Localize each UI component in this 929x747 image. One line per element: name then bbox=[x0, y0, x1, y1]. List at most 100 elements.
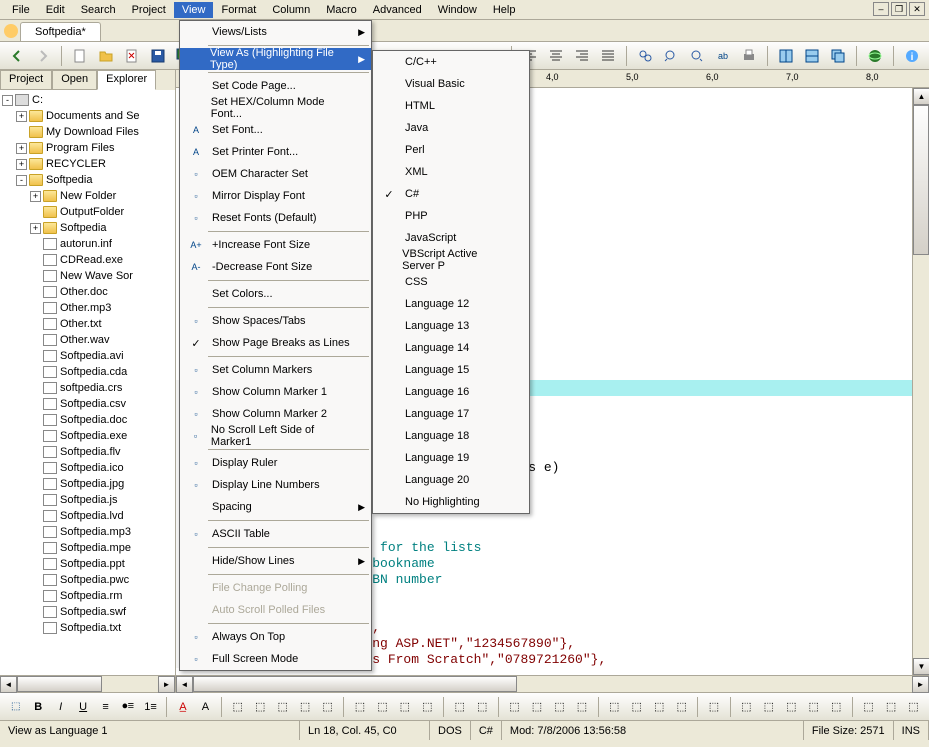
tree-item[interactable]: -Softpedia bbox=[2, 172, 173, 188]
tree-expander[interactable]: + bbox=[16, 143, 27, 154]
tree-item[interactable]: Other.doc bbox=[2, 284, 173, 300]
menu-item[interactable]: Hide/Show Lines▶ bbox=[180, 550, 371, 572]
window-tile-button[interactable] bbox=[801, 45, 823, 67]
menu-item[interactable]: Spacing▶ bbox=[180, 496, 371, 518]
tree-item[interactable]: Softpedia.ico bbox=[2, 460, 173, 476]
menu-item[interactable]: ✓Show Page Breaks as Lines bbox=[180, 332, 371, 354]
font-btn-2[interactable]: A bbox=[196, 696, 215, 718]
menu-item[interactable]: ▫Display Ruler bbox=[180, 452, 371, 474]
tree-item[interactable]: Softpedia.csv bbox=[2, 396, 173, 412]
tree-item[interactable]: Softpedia.swf bbox=[2, 604, 173, 620]
tree-item[interactable]: softpedia.crs bbox=[2, 380, 173, 396]
tree-expander[interactable]: - bbox=[2, 95, 13, 106]
submenu-item[interactable]: Visual Basic bbox=[373, 73, 529, 95]
tree-item[interactable]: OutputFolder bbox=[2, 204, 173, 220]
tree-root-label[interactable]: C: bbox=[32, 94, 43, 106]
tool-u[interactable]: ⬚ bbox=[737, 696, 756, 718]
forward-button[interactable] bbox=[32, 45, 54, 67]
menu-window[interactable]: Window bbox=[430, 2, 485, 18]
maximize-button[interactable]: ❐ bbox=[891, 2, 907, 16]
scroll-right-button[interactable]: ► bbox=[912, 676, 929, 693]
menu-item[interactable]: ▫Show Column Marker 1 bbox=[180, 381, 371, 403]
tree-item[interactable]: New Wave Sor bbox=[2, 268, 173, 284]
close-button[interactable]: ✕ bbox=[909, 2, 925, 16]
side-tab-explorer[interactable]: Explorer bbox=[97, 70, 156, 90]
submenu-item[interactable]: HTML bbox=[373, 95, 529, 117]
scroll-down-button[interactable]: ▼ bbox=[913, 658, 929, 675]
tree-item[interactable]: CDRead.exe bbox=[2, 252, 173, 268]
menu-item[interactable]: ▫Show Column Marker 2 bbox=[180, 403, 371, 425]
submenu-item[interactable]: Language 15 bbox=[373, 359, 529, 381]
tree-item[interactable]: Other.mp3 bbox=[2, 300, 173, 316]
menu-help[interactable]: Help bbox=[485, 2, 524, 18]
submenu-item[interactable]: PHP bbox=[373, 205, 529, 227]
menu-item[interactable]: Set Code Page... bbox=[180, 75, 371, 97]
tree-item[interactable]: autorun.inf bbox=[2, 236, 173, 252]
menu-macro[interactable]: Macro bbox=[318, 2, 365, 18]
menu-format[interactable]: Format bbox=[213, 2, 264, 18]
align-right-button[interactable] bbox=[571, 45, 593, 67]
editor-scrollbar-v[interactable]: ▲ ▼ bbox=[912, 88, 929, 675]
new-button[interactable] bbox=[69, 45, 91, 67]
tool-k[interactable]: ⬚ bbox=[472, 696, 491, 718]
side-tab-open[interactable]: Open bbox=[52, 70, 97, 90]
close-file-button[interactable] bbox=[121, 45, 143, 67]
tool-d[interactable]: ⬚ bbox=[295, 696, 314, 718]
menu-file[interactable]: File bbox=[4, 2, 38, 18]
minimize-button[interactable]: – bbox=[873, 2, 889, 16]
submenu-item[interactable]: ✓C# bbox=[373, 183, 529, 205]
menu-item[interactable]: ASet Printer Font... bbox=[180, 141, 371, 163]
tool-m[interactable]: ⬚ bbox=[527, 696, 546, 718]
tree-item[interactable]: +Softpedia bbox=[2, 220, 173, 236]
html-button[interactable]: ⬚ bbox=[6, 696, 25, 718]
tool-a[interactable]: ⬚ bbox=[228, 696, 247, 718]
tree-item[interactable]: Softpedia.exe bbox=[2, 428, 173, 444]
tree-item[interactable]: +RECYCLER bbox=[2, 156, 173, 172]
tree-item[interactable]: Softpedia.mpe bbox=[2, 540, 173, 556]
find-button[interactable] bbox=[634, 45, 656, 67]
submenu-item[interactable]: No Highlighting bbox=[373, 491, 529, 513]
tree-item[interactable]: Softpedia.doc bbox=[2, 412, 173, 428]
align-center-button[interactable] bbox=[545, 45, 567, 67]
tree-item[interactable]: Softpedia.rm bbox=[2, 588, 173, 604]
menu-column[interactable]: Column bbox=[264, 2, 318, 18]
tool-e[interactable]: ⬚ bbox=[318, 696, 337, 718]
menu-advanced[interactable]: Advanced bbox=[365, 2, 430, 18]
web-button[interactable] bbox=[864, 45, 886, 67]
tree-expander[interactable]: - bbox=[16, 175, 27, 186]
scroll-left-button[interactable]: ◄ bbox=[0, 676, 17, 693]
save-button[interactable] bbox=[147, 45, 169, 67]
tool-x[interactable]: ⬚ bbox=[804, 696, 823, 718]
tool-bb[interactable]: ⬚ bbox=[904, 696, 923, 718]
submenu-item[interactable]: C/C++ bbox=[373, 51, 529, 73]
menu-search[interactable]: Search bbox=[73, 2, 124, 18]
italic-button[interactable]: I bbox=[51, 696, 70, 718]
list-button[interactable]: ≡ bbox=[96, 696, 115, 718]
menu-item[interactable]: ▫Show Spaces/Tabs bbox=[180, 310, 371, 332]
submenu-item[interactable]: Language 13 bbox=[373, 315, 529, 337]
tree-expander[interactable]: + bbox=[16, 159, 27, 170]
tool-h[interactable]: ⬚ bbox=[395, 696, 414, 718]
underline-button[interactable]: U bbox=[73, 696, 92, 718]
tree-expander[interactable]: + bbox=[30, 191, 41, 202]
submenu-item[interactable]: Perl bbox=[373, 139, 529, 161]
tree-item[interactable]: Softpedia.js bbox=[2, 492, 173, 508]
tool-r[interactable]: ⬚ bbox=[649, 696, 668, 718]
tree-expander[interactable]: + bbox=[16, 111, 27, 122]
scroll-up-button[interactable]: ▲ bbox=[913, 88, 929, 105]
scroll-left-button[interactable]: ◄ bbox=[176, 676, 193, 693]
align-justify-button[interactable] bbox=[597, 45, 619, 67]
tool-y[interactable]: ⬚ bbox=[826, 696, 845, 718]
tree-item[interactable]: Softpedia.avi bbox=[2, 348, 173, 364]
tree-item[interactable]: Softpedia.ppt bbox=[2, 556, 173, 572]
bullet-button[interactable]: ⦁≡ bbox=[118, 696, 137, 718]
tree-item[interactable]: My Download Files bbox=[2, 124, 173, 140]
tree-item[interactable]: Softpedia.lvd bbox=[2, 508, 173, 524]
tool-f[interactable]: ⬚ bbox=[350, 696, 369, 718]
menu-item[interactable]: A--Decrease Font Size bbox=[180, 256, 371, 278]
menu-item[interactable]: ▫Set Column Markers bbox=[180, 359, 371, 381]
menu-item[interactable]: ▫Full Screen Mode bbox=[180, 648, 371, 670]
tree-item[interactable]: Softpedia.mp3 bbox=[2, 524, 173, 540]
tool-i[interactable]: ⬚ bbox=[418, 696, 437, 718]
tool-b[interactable]: ⬚ bbox=[250, 696, 269, 718]
